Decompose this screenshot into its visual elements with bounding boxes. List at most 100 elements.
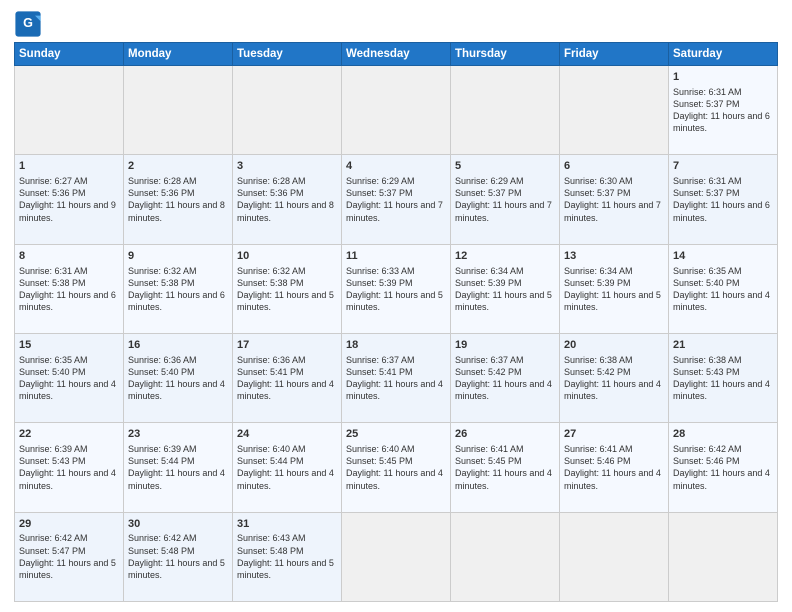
- week-row-1: 1Sunrise: 6:27 AMSunset: 5:36 PMDaylight…: [15, 155, 778, 244]
- week-row-2: 8Sunrise: 6:31 AMSunset: 5:38 PMDaylight…: [15, 244, 778, 333]
- sunset-text: Sunset: 5:43 PM: [19, 455, 119, 467]
- day-number: 1: [673, 70, 773, 85]
- calendar-cell: 23Sunrise: 6:39 AMSunset: 5:44 PMDayligh…: [124, 423, 233, 512]
- sunrise-text: Sunrise: 6:29 AM: [455, 175, 555, 187]
- sunrise-text: Sunrise: 6:31 AM: [673, 86, 773, 98]
- sunrise-text: Sunrise: 6:34 AM: [564, 265, 664, 277]
- daylight-text: Daylight: 11 hours and 4 minutes.: [673, 289, 773, 313]
- calendar-cell: [669, 512, 778, 601]
- sunrise-text: Sunrise: 6:43 AM: [237, 532, 337, 544]
- calendar-cell: 28Sunrise: 6:42 AMSunset: 5:46 PMDayligh…: [669, 423, 778, 512]
- calendar-cell: 2Sunrise: 6:28 AMSunset: 5:36 PMDaylight…: [124, 155, 233, 244]
- day-number: 9: [128, 249, 228, 264]
- calendar-cell: 15Sunrise: 6:35 AMSunset: 5:40 PMDayligh…: [15, 333, 124, 422]
- calendar-cell: 7Sunrise: 6:31 AMSunset: 5:37 PMDaylight…: [669, 155, 778, 244]
- day-number: 17: [237, 338, 337, 353]
- calendar-cell: 22Sunrise: 6:39 AMSunset: 5:43 PMDayligh…: [15, 423, 124, 512]
- daylight-text: Daylight: 11 hours and 4 minutes.: [346, 467, 446, 491]
- sunrise-text: Sunrise: 6:35 AM: [673, 265, 773, 277]
- calendar-cell: 29Sunrise: 6:42 AMSunset: 5:47 PMDayligh…: [15, 512, 124, 601]
- day-number: 15: [19, 338, 119, 353]
- week-row-4: 22Sunrise: 6:39 AMSunset: 5:43 PMDayligh…: [15, 423, 778, 512]
- daylight-text: Daylight: 11 hours and 9 minutes.: [19, 199, 119, 223]
- sunset-text: Sunset: 5:44 PM: [128, 455, 228, 467]
- header-cell-wednesday: Wednesday: [342, 43, 451, 66]
- logo-icon: G: [14, 10, 42, 38]
- sunset-text: Sunset: 5:41 PM: [237, 366, 337, 378]
- daylight-text: Daylight: 11 hours and 5 minutes.: [455, 289, 555, 313]
- week-row-0: 1Sunrise: 6:31 AMSunset: 5:37 PMDaylight…: [15, 66, 778, 155]
- day-number: 6: [564, 159, 664, 174]
- sunset-text: Sunset: 5:37 PM: [346, 187, 446, 199]
- calendar-cell: 19Sunrise: 6:37 AMSunset: 5:42 PMDayligh…: [451, 333, 560, 422]
- daylight-text: Daylight: 11 hours and 4 minutes.: [19, 378, 119, 402]
- day-number: 11: [346, 249, 446, 264]
- sunrise-text: Sunrise: 6:34 AM: [455, 265, 555, 277]
- sunrise-text: Sunrise: 6:37 AM: [455, 354, 555, 366]
- calendar-cell: [233, 66, 342, 155]
- day-number: 28: [673, 427, 773, 442]
- day-number: 10: [237, 249, 337, 264]
- day-number: 13: [564, 249, 664, 264]
- calendar-cell: 26Sunrise: 6:41 AMSunset: 5:45 PMDayligh…: [451, 423, 560, 512]
- calendar-cell: 1Sunrise: 6:31 AMSunset: 5:37 PMDaylight…: [669, 66, 778, 155]
- day-number: 30: [128, 517, 228, 532]
- daylight-text: Daylight: 11 hours and 4 minutes.: [346, 378, 446, 402]
- daylight-text: Daylight: 11 hours and 4 minutes.: [673, 467, 773, 491]
- sunset-text: Sunset: 5:37 PM: [673, 187, 773, 199]
- daylight-text: Daylight: 11 hours and 4 minutes.: [19, 467, 119, 491]
- daylight-text: Daylight: 11 hours and 4 minutes.: [237, 378, 337, 402]
- daylight-text: Daylight: 11 hours and 7 minutes.: [455, 199, 555, 223]
- sunrise-text: Sunrise: 6:27 AM: [19, 175, 119, 187]
- sunset-text: Sunset: 5:40 PM: [128, 366, 228, 378]
- calendar-body: 1Sunrise: 6:31 AMSunset: 5:37 PMDaylight…: [15, 66, 778, 602]
- calendar-cell: 20Sunrise: 6:38 AMSunset: 5:42 PMDayligh…: [560, 333, 669, 422]
- header-row: SundayMondayTuesdayWednesdayThursdayFrid…: [15, 43, 778, 66]
- sunrise-text: Sunrise: 6:36 AM: [128, 354, 228, 366]
- daylight-text: Daylight: 11 hours and 4 minutes.: [673, 378, 773, 402]
- calendar-cell: [451, 66, 560, 155]
- calendar-table: SundayMondayTuesdayWednesdayThursdayFrid…: [14, 42, 778, 602]
- daylight-text: Daylight: 11 hours and 4 minutes.: [564, 378, 664, 402]
- calendar-cell: [15, 66, 124, 155]
- sunset-text: Sunset: 5:48 PM: [237, 545, 337, 557]
- daylight-text: Daylight: 11 hours and 7 minutes.: [346, 199, 446, 223]
- sunrise-text: Sunrise: 6:35 AM: [19, 354, 119, 366]
- calendar-cell: [342, 66, 451, 155]
- sunrise-text: Sunrise: 6:31 AM: [673, 175, 773, 187]
- sunrise-text: Sunrise: 6:31 AM: [19, 265, 119, 277]
- calendar-cell: 5Sunrise: 6:29 AMSunset: 5:37 PMDaylight…: [451, 155, 560, 244]
- sunrise-text: Sunrise: 6:29 AM: [346, 175, 446, 187]
- day-number: 29: [19, 517, 119, 532]
- day-number: 12: [455, 249, 555, 264]
- sunrise-text: Sunrise: 6:42 AM: [673, 443, 773, 455]
- header-cell-saturday: Saturday: [669, 43, 778, 66]
- sunrise-text: Sunrise: 6:32 AM: [128, 265, 228, 277]
- page: G SundayMondayTuesdayWednesdayThursdayFr…: [0, 0, 792, 612]
- day-number: 25: [346, 427, 446, 442]
- day-number: 7: [673, 159, 773, 174]
- sunset-text: Sunset: 5:43 PM: [673, 366, 773, 378]
- calendar-cell: 25Sunrise: 6:40 AMSunset: 5:45 PMDayligh…: [342, 423, 451, 512]
- sunset-text: Sunset: 5:37 PM: [455, 187, 555, 199]
- logo: G: [14, 10, 44, 38]
- calendar-cell: 11Sunrise: 6:33 AMSunset: 5:39 PMDayligh…: [342, 244, 451, 333]
- sunrise-text: Sunrise: 6:42 AM: [128, 532, 228, 544]
- calendar-cell: 17Sunrise: 6:36 AMSunset: 5:41 PMDayligh…: [233, 333, 342, 422]
- daylight-text: Daylight: 11 hours and 4 minutes.: [128, 378, 228, 402]
- sunrise-text: Sunrise: 6:38 AM: [564, 354, 664, 366]
- sunset-text: Sunset: 5:37 PM: [673, 98, 773, 110]
- calendar-cell: 24Sunrise: 6:40 AMSunset: 5:44 PMDayligh…: [233, 423, 342, 512]
- sunset-text: Sunset: 5:38 PM: [128, 277, 228, 289]
- daylight-text: Daylight: 11 hours and 8 minutes.: [237, 199, 337, 223]
- sunrise-text: Sunrise: 6:39 AM: [128, 443, 228, 455]
- sunset-text: Sunset: 5:48 PM: [128, 545, 228, 557]
- sunset-text: Sunset: 5:37 PM: [564, 187, 664, 199]
- sunset-text: Sunset: 5:45 PM: [346, 455, 446, 467]
- daylight-text: Daylight: 11 hours and 4 minutes.: [237, 467, 337, 491]
- daylight-text: Daylight: 11 hours and 4 minutes.: [564, 467, 664, 491]
- sunrise-text: Sunrise: 6:40 AM: [346, 443, 446, 455]
- daylight-text: Daylight: 11 hours and 7 minutes.: [564, 199, 664, 223]
- day-number: 31: [237, 517, 337, 532]
- day-number: 18: [346, 338, 446, 353]
